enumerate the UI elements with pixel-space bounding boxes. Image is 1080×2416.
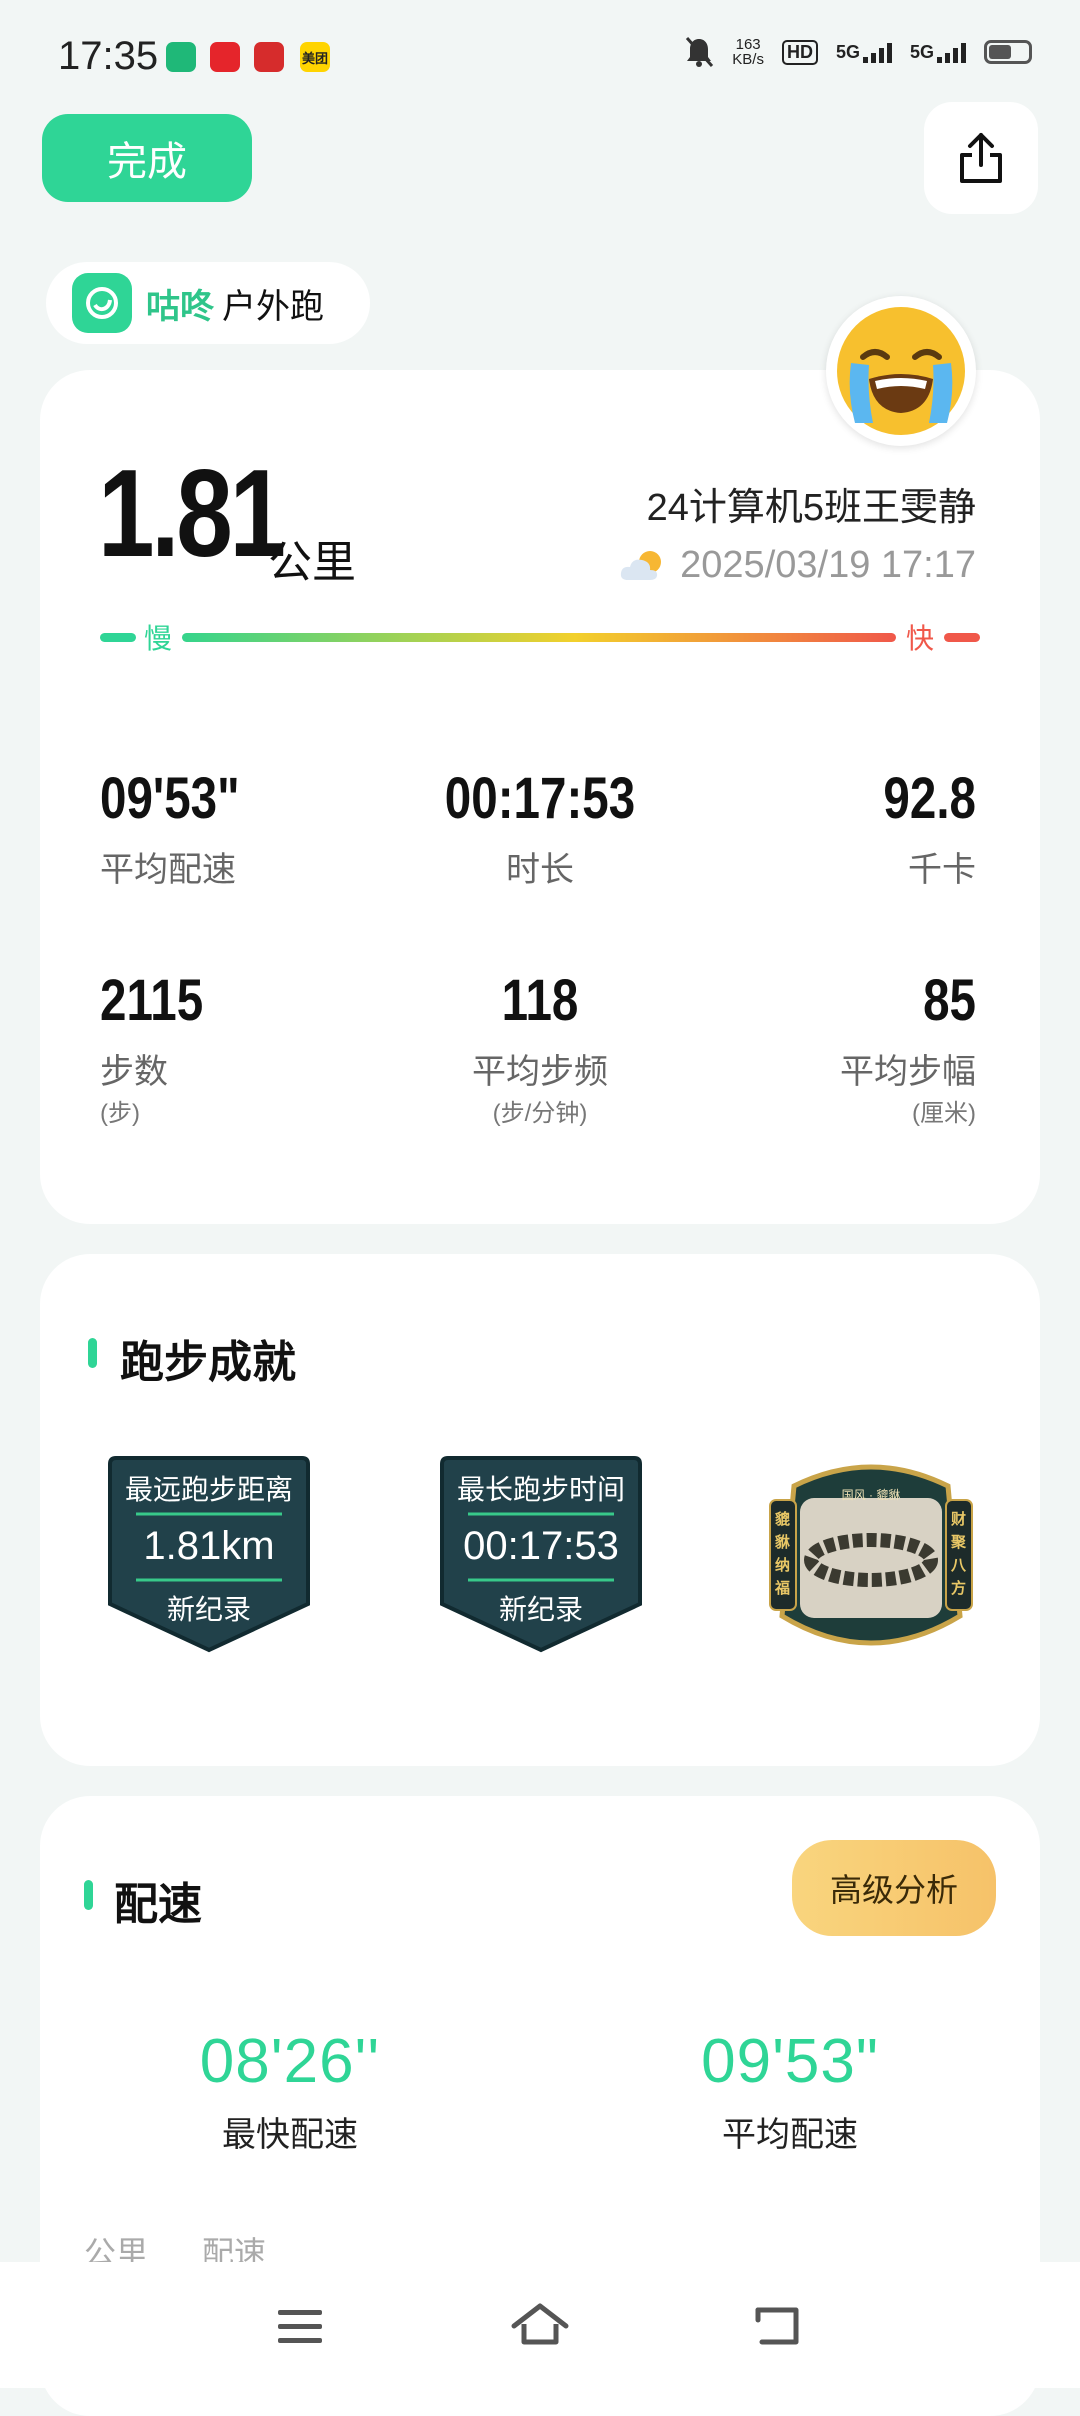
metric-stride: 85 平均步幅 (厘米) [700, 972, 976, 1128]
back-icon[interactable] [752, 2302, 804, 2348]
metric-duration: 00:17:53 时长 [380, 770, 700, 891]
datetime-text: 2025/03/19 17:17 [680, 544, 976, 586]
signal-bars-icon [937, 41, 966, 63]
mute-bell-icon [686, 37, 714, 67]
average-pace-value: 09'53" [701, 2027, 879, 2096]
fastest-pace: 08'26'' 最快配速 [140, 2026, 440, 2156]
signal-1-label: 5G [835, 42, 860, 62]
metric-calories: 92.8 千卡 [700, 770, 976, 891]
home-icon[interactable] [510, 2300, 570, 2350]
fastest-pace-label: 最快配速 [222, 2116, 358, 2154]
metric-label: 千卡 [908, 851, 976, 889]
brand-name: 咕咚 [146, 287, 214, 326]
fast-label: 快 [906, 623, 935, 654]
meituan-icon: 美团 [300, 42, 330, 72]
green-app-icon [166, 42, 196, 72]
run-datetime: 2025/03/19 17:17 [618, 544, 976, 587]
partly-cloudy-icon [621, 550, 662, 580]
status-right: 163 KB/s HD 5G 5G [684, 36, 1032, 68]
badge-pixiu-medal[interactable]: 国风 · 貔貅 貔貅纳福 财聚八方 [764, 1456, 978, 1660]
medal-left-text: 貔貅纳福 [775, 1511, 791, 1597]
achievements-title: 跑步成就 [120, 1338, 296, 1387]
advanced-analysis-button[interactable]: 高级分析 [792, 1840, 996, 1936]
badge-title: 最长跑步时间 [456, 1474, 625, 1505]
badge-value: 00:17:53 [463, 1524, 619, 1568]
run-mode: 户外跑 [222, 287, 324, 326]
status-bar: 17:35 美团 163 KB/s HD 5G 5G [0, 0, 1080, 110]
red-app-icon [210, 42, 240, 72]
metric-value: 2115 [100, 968, 204, 1033]
net-speed-value: 163 [735, 36, 761, 53]
metric-steps: 2115 步数 (步) [100, 972, 226, 1128]
signal-1: 5G [836, 41, 892, 63]
codoon-logo-icon [72, 273, 132, 333]
badge-longest-time[interactable]: 最长跑步时间 00:17:53 新纪录 [438, 1454, 644, 1654]
distance-unit: 公里 [268, 538, 356, 587]
net-speed-unit: KB/s [732, 51, 764, 68]
medal-top-text: 国风 · 貔貅 [841, 1488, 901, 1502]
battery-icon [984, 40, 1032, 64]
metric-value: 92.8 [883, 766, 976, 831]
speed-gradient-bar [100, 633, 980, 642]
metric-label: 平均步频 [472, 1053, 608, 1091]
metric-value: 85 [923, 968, 976, 1033]
system-nav-bar [0, 2262, 1080, 2388]
net-speed: 163 KB/s [732, 37, 764, 67]
metric-value: 00:17:53 [444, 766, 636, 831]
status-time: 17:35 [58, 34, 159, 78]
metric-sub: (步/分钟) [492, 1100, 588, 1127]
badge-footer: 新纪录 [166, 1594, 251, 1625]
badge-value: 1.81km [143, 1524, 275, 1568]
done-button[interactable]: 完成 [42, 114, 252, 202]
menu-icon[interactable] [276, 2306, 324, 2346]
fastest-pace-value: 08'26'' [199, 2027, 381, 2096]
section-accent [84, 1880, 93, 1910]
share-button[interactable] [924, 102, 1038, 214]
avatar[interactable] [826, 296, 976, 446]
metric-value: 09'53" [100, 766, 240, 831]
metric-sub: (步) [100, 1100, 140, 1127]
average-pace-label: 平均配速 [722, 2116, 858, 2154]
metric-sub: (厘米) [912, 1100, 976, 1127]
hd-badge: HD [781, 39, 818, 65]
crying-emoji-icon [837, 307, 965, 435]
metric-label: 步数 [100, 1053, 168, 1091]
slow-label: 慢 [144, 623, 173, 654]
section-accent [88, 1338, 97, 1368]
signal-bars-icon [862, 41, 892, 63]
signal-2-label: 5G [909, 42, 934, 62]
red-app-icon-2 [254, 42, 284, 72]
badge-footer: 新纪录 [498, 1594, 583, 1625]
user-name: 24计算机5班王雯静 [646, 487, 976, 529]
metric-value: 118 [501, 968, 579, 1033]
brand-tag: 咕咚 户外跑 [46, 262, 370, 344]
badge-longest-distance[interactable]: 最远跑步距离 1.81km 新纪录 [106, 1454, 312, 1654]
metric-label: 时长 [506, 851, 574, 889]
pace-title: 配速 [114, 1880, 202, 1929]
distance-value: 1.81 [98, 445, 286, 583]
signal-2: 5G [910, 41, 966, 63]
metric-avg-pace: 09'53" 平均配速 [100, 770, 270, 891]
metric-label: 平均配速 [100, 851, 236, 889]
badge-title: 最远跑步距离 [124, 1474, 293, 1505]
average-pace: 09'53" 平均配速 [640, 2026, 940, 2156]
metric-label: 平均步幅 [840, 1053, 976, 1091]
medal-right-text: 财聚八方 [951, 1511, 967, 1597]
share-icon [960, 133, 1002, 183]
metric-cadence: 118 平均步频 (步/分钟) [380, 972, 700, 1128]
